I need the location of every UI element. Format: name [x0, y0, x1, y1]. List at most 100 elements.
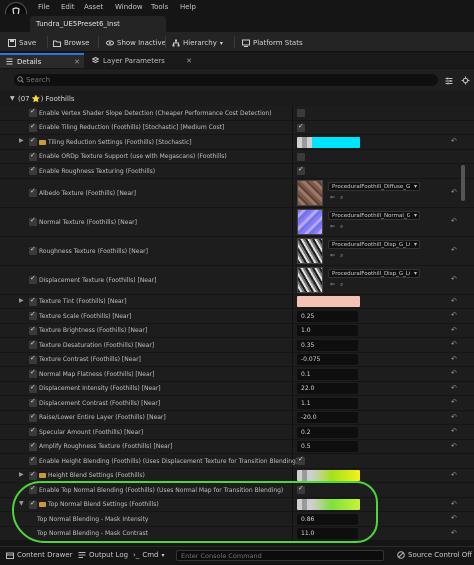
number-field[interactable]: 0.5	[297, 441, 358, 453]
document-tab[interactable]: Tundra_UE5Preset6_Inst	[30, 16, 166, 32]
column-divider[interactable]	[292, 497, 293, 511]
texture-thumbnail[interactable]	[297, 209, 323, 235]
value-checkbox[interactable]	[297, 152, 305, 161]
column-divider[interactable]	[292, 338, 293, 352]
gear-icon[interactable]	[461, 76, 470, 85]
use-browse-asset-icons[interactable]: ⇐⌕	[330, 194, 348, 202]
reset-to-default-icon[interactable]: ↶	[451, 398, 457, 406]
column-divider[interactable]	[292, 265, 293, 294]
override-checkbox[interactable]	[29, 339, 37, 350]
texture-thumbnail[interactable]	[297, 180, 323, 206]
content-drawer-button[interactable]: Content Drawer	[6, 551, 73, 559]
close-icon[interactable]: ✕	[186, 57, 192, 65]
hierarchy-button[interactable]: Hierarchy ▾	[172, 37, 223, 49]
reset-to-default-icon[interactable]: ↶	[451, 355, 457, 363]
column-divider[interactable]	[292, 309, 293, 323]
texture-asset-dropdown[interactable]: ProceduralFoothill_Diffuse_G ▾	[328, 181, 420, 191]
expander-arrow-icon[interactable]: ▶	[19, 471, 24, 478]
gradient-swatch[interactable]	[297, 470, 360, 482]
menu-edit[interactable]: Edit	[61, 3, 75, 11]
column-divider[interactable]	[292, 135, 293, 149]
number-field[interactable]: 0.35	[297, 339, 358, 351]
gradient-swatch[interactable]	[297, 136, 360, 148]
texture-asset-dropdown[interactable]: ProceduralFoothill_Disp_G_LC ▾	[328, 239, 420, 249]
column-divider[interactable]	[292, 468, 293, 482]
column-divider[interactable]	[292, 294, 293, 308]
reset-to-default-icon[interactable]: ↶	[451, 471, 457, 479]
expander-arrow-icon[interactable]: ▼	[19, 500, 24, 507]
value-checkbox[interactable]	[297, 165, 305, 176]
reset-to-default-icon[interactable]: ↶	[451, 246, 457, 254]
reset-to-default-icon[interactable]: ↶	[451, 514, 457, 522]
save-button[interactable]: Save	[8, 37, 36, 49]
number-field[interactable]: 11.0	[297, 528, 358, 540]
override-checkbox[interactable]	[29, 165, 37, 176]
column-divider[interactable]	[292, 178, 293, 207]
override-checkbox[interactable]	[29, 296, 37, 306]
search-input[interactable]	[26, 74, 426, 86]
column-divider[interactable]	[292, 483, 293, 497]
cmd-dropdown[interactable]: ›_ Cmd ▾	[133, 551, 164, 559]
reset-to-default-icon[interactable]: ↶	[451, 188, 457, 196]
value-checkbox[interactable]	[297, 455, 305, 466]
use-browse-asset-icons[interactable]: ⇐⌕	[330, 252, 348, 260]
override-checkbox[interactable]	[29, 216, 37, 226]
tab-layer-parameters[interactable]: Layer Parameters ✕	[86, 53, 196, 68]
column-divider[interactable]	[292, 106, 293, 120]
reset-to-default-icon[interactable]: ↶	[451, 442, 457, 450]
reset-to-default-icon[interactable]: ↶	[451, 137, 457, 145]
tab-details[interactable]: Details ✕	[0, 53, 84, 68]
override-checkbox[interactable]	[29, 499, 37, 509]
texture-thumbnail[interactable]	[297, 238, 323, 264]
number-field[interactable]: 22.0	[297, 383, 358, 395]
override-checkbox[interactable]	[29, 245, 37, 255]
reset-to-default-icon[interactable]: ↶	[451, 275, 457, 283]
expander-arrow-icon[interactable]: ▶	[19, 297, 24, 304]
column-divider[interactable]	[292, 381, 293, 395]
override-checkbox[interactable]	[29, 107, 37, 118]
column-divider[interactable]	[292, 207, 293, 236]
expander-arrow-icon[interactable]: ▶	[19, 137, 24, 144]
override-checkbox[interactable]	[29, 310, 37, 321]
override-checkbox[interactable]	[29, 136, 37, 147]
reset-to-default-icon[interactable]: ↶	[451, 413, 457, 421]
reset-to-default-icon[interactable]: ↶	[451, 384, 457, 392]
column-divider[interactable]	[292, 410, 293, 424]
value-checkbox[interactable]	[297, 109, 305, 118]
texture-thumbnail[interactable]	[297, 267, 323, 293]
number-field[interactable]: 1.0	[297, 325, 358, 337]
filter-settings-icon[interactable]	[445, 77, 453, 85]
console-command-input[interactable]	[176, 550, 384, 561]
override-checkbox[interactable]	[29, 441, 37, 451]
override-checkbox[interactable]	[29, 325, 37, 335]
platform-stats-button[interactable]: Platform Stats	[242, 37, 303, 49]
reset-to-default-icon[interactable]: ↶	[451, 500, 457, 508]
number-field[interactable]: 0.1	[297, 368, 358, 380]
column-divider[interactable]	[292, 236, 293, 265]
column-divider[interactable]	[292, 439, 293, 453]
override-checkbox[interactable]	[29, 470, 37, 480]
reset-to-default-icon[interactable]: ↶	[451, 427, 457, 435]
reset-to-default-icon[interactable]: ↶	[451, 340, 457, 348]
number-field[interactable]: 0.25	[297, 310, 358, 322]
category-header-foothills[interactable]: ▼ (07 ⭐) Foothills	[0, 91, 474, 106]
override-checkbox[interactable]	[29, 354, 37, 364]
value-checkbox[interactable]	[297, 122, 305, 132]
texture-asset-dropdown[interactable]: ProceduralFoothill_Disp_G_LC ▾	[328, 268, 420, 278]
override-checkbox[interactable]	[29, 187, 37, 197]
use-browse-asset-icons[interactable]: ⇐⌕	[330, 223, 348, 231]
reset-to-default-icon[interactable]: ↶	[451, 529, 457, 537]
override-checkbox[interactable]	[29, 412, 37, 422]
column-divider[interactable]	[292, 120, 293, 134]
override-checkbox[interactable]	[29, 383, 37, 393]
column-divider[interactable]	[292, 425, 293, 439]
value-checkbox[interactable]	[297, 484, 305, 495]
browse-button[interactable]: Browse	[53, 37, 90, 49]
override-checkbox[interactable]	[29, 426, 37, 437]
close-icon[interactable]: ✕	[74, 58, 80, 66]
override-checkbox[interactable]	[29, 122, 37, 132]
override-checkbox[interactable]	[29, 368, 37, 379]
output-log-button[interactable]: Output Log	[78, 551, 128, 559]
source-control-button[interactable]: Source Control Off	[397, 551, 472, 559]
scrollbar[interactable]	[461, 165, 465, 201]
